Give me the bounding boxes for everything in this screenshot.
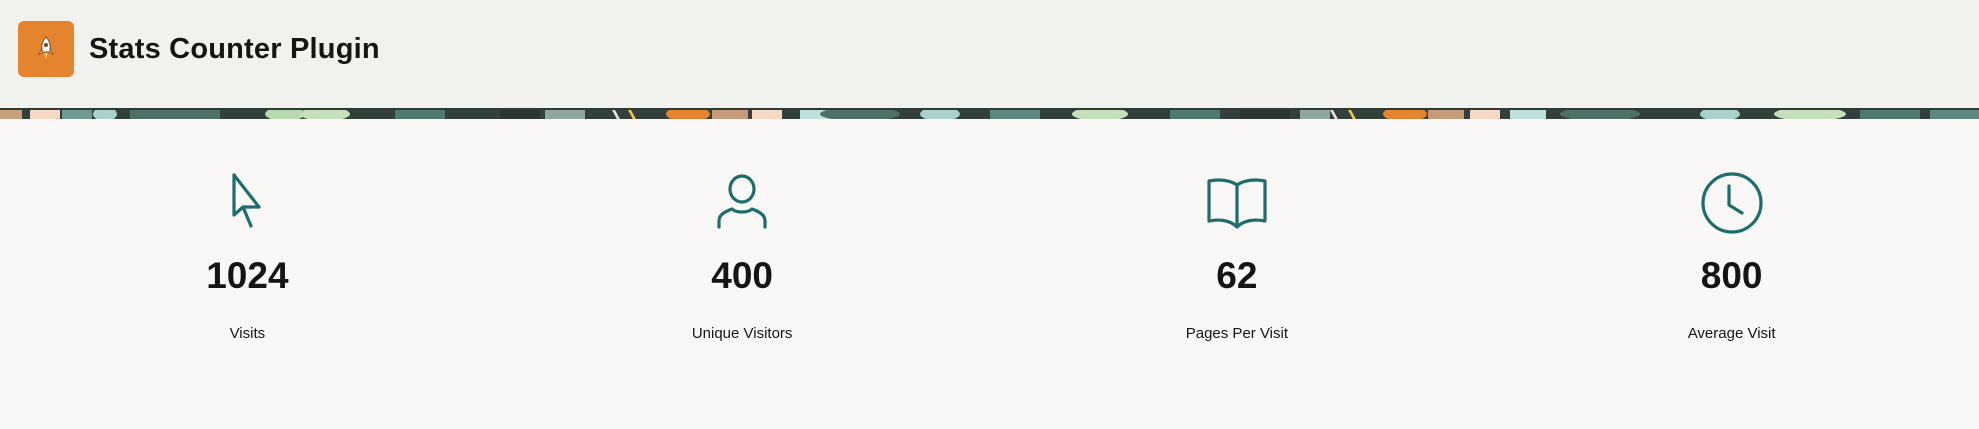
clock-icon xyxy=(1700,171,1764,235)
stat-label: Unique Visitors xyxy=(691,325,793,342)
app-title: Stats Counter Plugin xyxy=(89,33,380,65)
stat-average-visit: 800 Average Visit xyxy=(1484,119,1979,429)
stat-label: Pages Per Visit xyxy=(1185,325,1289,342)
stat-unique-visitors: 400 Unique Visitors xyxy=(495,119,990,429)
stat-pages-per-visit: 62 Pages Per Visit xyxy=(990,119,1485,429)
decorative-banner xyxy=(0,108,1979,119)
user-icon xyxy=(710,171,774,235)
stat-value: 1024 xyxy=(206,255,289,296)
stats-row: 1024 Visits 400 Unique Visitors 62 Pages… xyxy=(0,119,1979,429)
stat-label: Average Visit xyxy=(1687,325,1776,342)
app-header: Stats Counter Plugin xyxy=(0,0,1979,108)
stat-visits: 1024 Visits xyxy=(0,119,495,429)
open-book-icon xyxy=(1205,171,1269,235)
stat-value: 400 xyxy=(711,255,773,296)
rocket-icon xyxy=(18,21,74,77)
stat-value: 62 xyxy=(1216,255,1258,296)
stat-value: 800 xyxy=(1700,255,1763,296)
stat-label: Visits xyxy=(229,325,266,342)
cursor-pointer-icon xyxy=(215,171,279,235)
